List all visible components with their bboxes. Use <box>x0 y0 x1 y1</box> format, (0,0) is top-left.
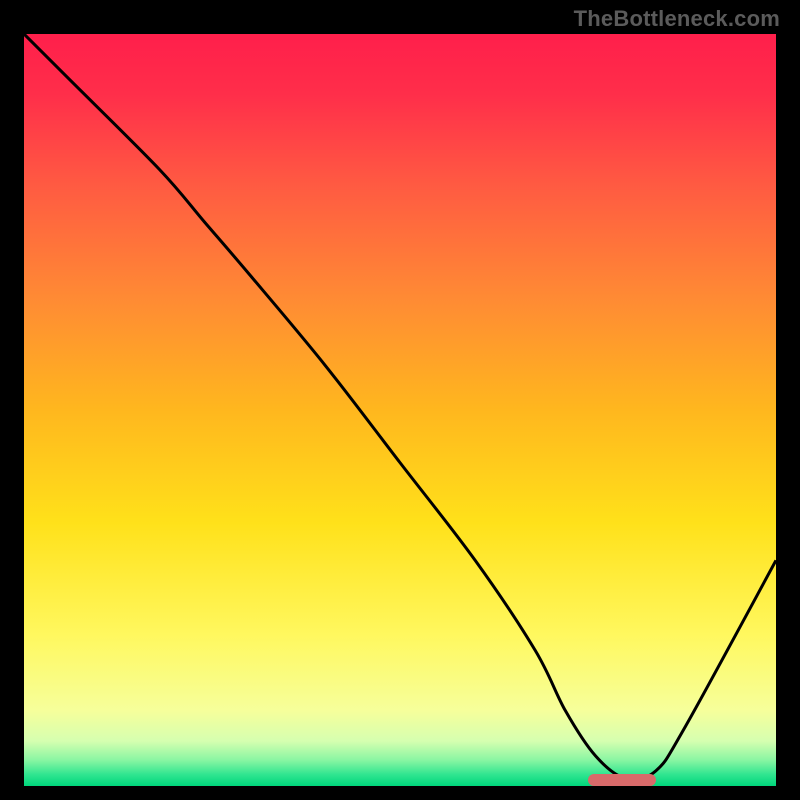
curve-layer <box>24 34 776 786</box>
optimal-range-marker <box>588 774 656 786</box>
plot-frame <box>20 30 780 790</box>
bottleneck-curve <box>24 34 776 780</box>
watermark-text: TheBottleneck.com <box>574 6 780 32</box>
chart-container: TheBottleneck.com <box>0 0 800 800</box>
